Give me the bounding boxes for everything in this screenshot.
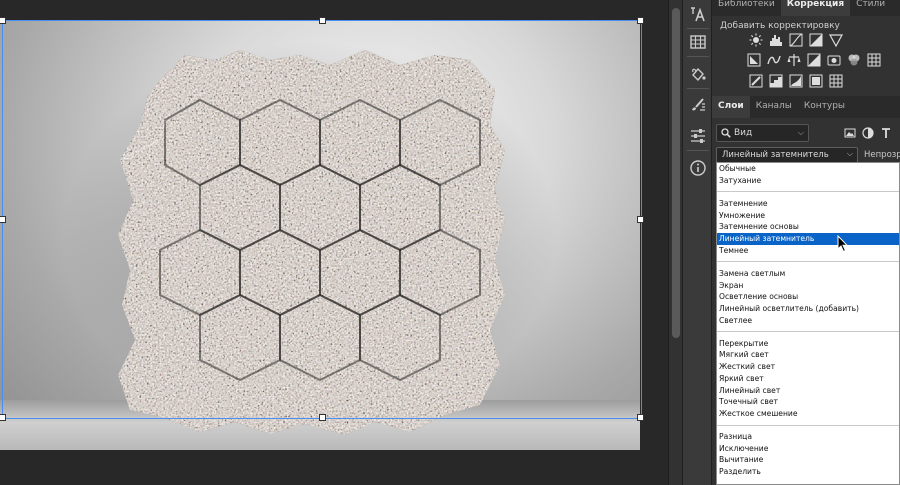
- blend-mode-option[interactable]: Замена светлым: [717, 268, 899, 280]
- blend-mode-option[interactable]: Разделить: [717, 466, 899, 478]
- blend-mode-option[interactable]: Мягкий свет: [717, 349, 899, 361]
- blend-mode-value: Линейный затемнитель: [722, 150, 829, 160]
- exposure-icon[interactable]: [809, 33, 823, 47]
- layer-filter-row: Вид ⌵: [716, 124, 900, 142]
- blend-mode-option[interactable]: Жесткое смешение: [717, 408, 899, 420]
- blend-mode-option[interactable]: Яркий свет: [717, 373, 899, 385]
- granite-mosaic-tile: [118, 50, 505, 435]
- blend-mode-option[interactable]: Точечный свет: [717, 396, 899, 408]
- history-panel-button[interactable]: [686, 62, 710, 86]
- blend-mode-option[interactable]: Затемнение: [717, 198, 899, 210]
- text-style-icon: [691, 7, 705, 22]
- info-icon: [690, 160, 706, 176]
- tab-adjustments[interactable]: Коррекция: [780, 0, 851, 16]
- canvas-scrollbar[interactable]: [668, 0, 682, 485]
- menu-separator: [717, 420, 899, 432]
- tab-libraries[interactable]: Библиотеки: [712, 0, 781, 16]
- mouse-cursor-icon: [837, 235, 849, 253]
- blend-mode-option[interactable]: Линейный осветлитель (добавить): [717, 303, 899, 315]
- chevron-down-icon: ⌵: [797, 128, 804, 137]
- panel-tool-strip: [682, 0, 712, 485]
- hue-saturation-icon[interactable]: [767, 53, 781, 67]
- color-lookup-icon[interactable]: [867, 53, 881, 67]
- blend-mode-option[interactable]: Затемнение основы: [717, 221, 899, 233]
- invert-icon[interactable]: [749, 74, 763, 88]
- layer-filter-select[interactable]: Вид ⌵: [716, 124, 809, 142]
- blend-mode-row: Линейный затемнитель ⌵ Непрозр: [716, 147, 900, 163]
- blend-mode-option[interactable]: Линейный свет: [717, 385, 899, 397]
- layer-filter-value: Вид: [734, 128, 753, 138]
- blend-mode-option[interactable]: Умножение: [717, 210, 899, 222]
- canvas-area[interactable]: [0, 0, 668, 485]
- vibrance-icon[interactable]: [747, 53, 761, 67]
- tab-channels[interactable]: Каналы: [750, 96, 798, 118]
- menu-separator: [717, 326, 899, 338]
- blend-mode-option[interactable]: Светлее: [717, 315, 899, 327]
- tab-layers[interactable]: Слои: [712, 96, 750, 118]
- posterize-icon[interactable]: [769, 74, 783, 88]
- opacity-label: Непрозр: [864, 150, 900, 160]
- blend-mode-menu: Обычные Затухание Затемнение Умножение Затем…: [716, 162, 900, 485]
- adjustments-tab-bar: Библиотеки Коррекция Стили: [712, 0, 900, 16]
- gradient-map-icon[interactable]: [829, 74, 843, 88]
- adjustment-filter-icon[interactable]: [861, 126, 875, 140]
- chevron-down-icon: ⌵: [846, 149, 853, 158]
- tab-styles[interactable]: Стили: [850, 0, 891, 16]
- blend-mode-select[interactable]: Линейный затемнитель ⌵: [716, 147, 858, 163]
- properties-panel-button[interactable]: [686, 124, 710, 148]
- blend-mode-option[interactable]: Затухание: [717, 175, 899, 187]
- blend-mode-option[interactable]: Обычные: [717, 163, 899, 175]
- photo-filter-icon[interactable]: [827, 53, 841, 67]
- tab-paths[interactable]: Контуры: [798, 96, 851, 118]
- blend-mode-option[interactable]: Перекрытие: [717, 338, 899, 350]
- paint-bucket-icon: [692, 67, 706, 82]
- image-filter-icon[interactable]: [843, 126, 857, 140]
- blend-mode-option[interactable]: Жесткий свет: [717, 361, 899, 373]
- adjustments-title: Добавить корректировку: [720, 21, 840, 31]
- type-filter-icon[interactable]: [879, 126, 893, 140]
- blend-mode-option[interactable]: Темнее: [717, 245, 899, 257]
- blend-mode-option[interactable]: Исключение: [717, 443, 899, 455]
- adjustment-icons-row-2: [747, 53, 887, 67]
- color-balance-icon[interactable]: [787, 53, 801, 67]
- blend-mode-option[interactable]: Осветление основы: [717, 291, 899, 303]
- selective-color-icon[interactable]: [809, 74, 823, 88]
- channel-mixer-icon[interactable]: [847, 53, 861, 67]
- menu-separator: [717, 186, 899, 198]
- swatches-panel-button[interactable]: [686, 30, 710, 54]
- info-panel-button[interactable]: [686, 156, 710, 180]
- grid-icon: [690, 35, 706, 49]
- menu-separator: [717, 256, 899, 268]
- search-icon: [721, 128, 731, 138]
- character-panel-button[interactable]: [686, 2, 710, 26]
- sliders-icon: [691, 129, 705, 143]
- blend-mode-option[interactable]: Вычитание: [717, 454, 899, 466]
- curves-icon[interactable]: [789, 33, 803, 47]
- canvas-scrollbar-thumb[interactable]: [672, 8, 680, 338]
- black-white-icon[interactable]: [807, 53, 821, 67]
- gradient-triangle-icon[interactable]: [829, 33, 843, 47]
- levels-icon[interactable]: [769, 33, 783, 47]
- blend-mode-option[interactable]: Линейный затемнитель: [717, 232, 899, 245]
- layers-tab-bar: Слои Каналы Контуры: [712, 96, 900, 118]
- adjustment-icons-row-3: [749, 74, 849, 88]
- document-image[interactable]: [0, 20, 640, 450]
- threshold-icon[interactable]: [789, 74, 803, 88]
- adjustment-icons-row-1: [749, 33, 849, 47]
- blend-mode-option[interactable]: Разница: [717, 431, 899, 443]
- brush-settings-button[interactable]: [686, 92, 710, 116]
- blend-mode-option[interactable]: Экран: [717, 280, 899, 292]
- brush-settings-icon: [692, 98, 705, 111]
- brightness-contrast-icon[interactable]: [749, 33, 763, 47]
